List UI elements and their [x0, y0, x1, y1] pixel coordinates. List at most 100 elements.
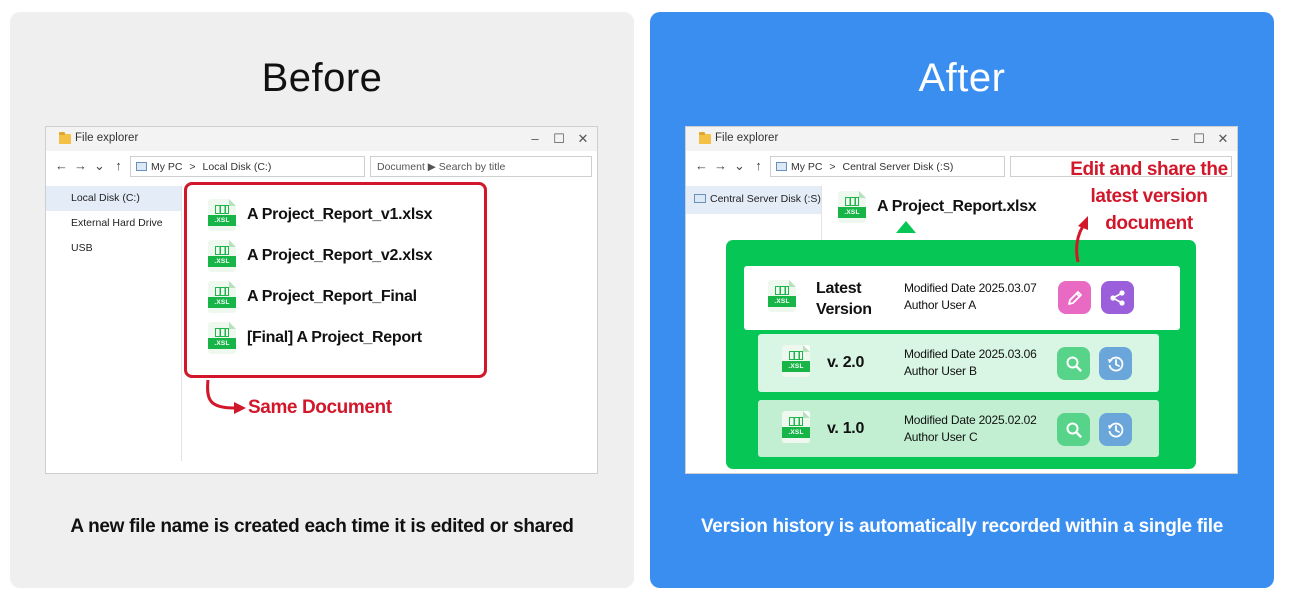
icon-tag: .XSL — [208, 215, 236, 226]
same-document-annotation: Same Document — [248, 397, 392, 418]
version-label: Latest Version — [816, 278, 872, 320]
close-icon[interactable]: ✕ — [575, 130, 591, 148]
history-icon — [1107, 356, 1123, 371]
server-disk-icon — [694, 194, 706, 203]
modified-date: Modified Date 2025.02.02 — [904, 413, 1037, 427]
version-row-latest[interactable]: .XSL Latest Version Modified Date 2025.0… — [744, 266, 1180, 330]
edit-button[interactable] — [1058, 281, 1091, 314]
sidebar-item-label: Central Server Disk (:S) — [710, 193, 821, 205]
path-separator: > — [189, 161, 196, 173]
sidebar: Central Server Disk (:S) — [686, 186, 822, 242]
sidebar: Local Disk (C:) External Hard Drive USB — [46, 186, 182, 461]
back-arrow-icon[interactable]: ← — [695, 158, 708, 174]
window-title: File explorer — [75, 132, 139, 144]
sidebar-item-central-server[interactable]: Central Server Disk (:S) — [686, 186, 821, 214]
after-panel: After File explorer – ☐ ✕ ← → ⌄ ↑ My PC … — [650, 12, 1274, 588]
window-titlebar: File explorer – ☐ ✕ — [46, 127, 597, 151]
maximize-icon[interactable]: ☐ — [1191, 130, 1207, 148]
chevron-down-icon[interactable]: ⌄ — [733, 158, 746, 174]
curved-arrow-icon — [1075, 216, 1088, 263]
icon-tag: .XSL — [782, 427, 810, 438]
search-field[interactable]: Document ▶ Search by title — [370, 156, 592, 177]
excel-file-icon: .XSL — [208, 281, 236, 313]
file-name: A Project_Report.xlsx — [877, 198, 1037, 215]
author: Author User C — [904, 430, 978, 444]
folder-icon — [59, 132, 71, 144]
file-name: A Project_Report_v1.xlsx — [247, 206, 433, 223]
view-version-button[interactable] — [1057, 347, 1090, 380]
after-caption: Version history is automatically recorde… — [700, 516, 1223, 537]
computer-icon — [136, 162, 147, 171]
up-arrow-icon[interactable]: ↑ — [752, 158, 765, 174]
path-field[interactable]: My PC > Central Server Disk (:S) — [770, 156, 1005, 177]
file-explorer-window: File explorer – ☐ ✕ ← → ⌄ ↑ My PC > Loca… — [45, 126, 598, 474]
file-item[interactable]: .XSL A Project_Report_v2.xlsx — [208, 239, 432, 273]
file-name: [Final] A Project_Report — [247, 329, 422, 346]
modified-date: Modified Date 2025.03.07 — [904, 281, 1037, 295]
icon-tag: .XSL — [208, 338, 236, 349]
excel-file-icon: .XSL — [782, 411, 810, 443]
close-icon[interactable]: ✕ — [1215, 130, 1231, 148]
chevron-down-icon[interactable]: ⌄ — [93, 158, 106, 174]
excel-file-icon: .XSL — [208, 240, 236, 272]
version-meta: Modified Date 2025.03.06 Author User B — [904, 346, 1037, 380]
file-item[interactable]: .XSL [Final] A Project_Report — [208, 321, 422, 355]
modified-date: Modified Date 2025.03.06 — [904, 347, 1037, 361]
forward-arrow-icon[interactable]: → — [714, 158, 727, 174]
share-button[interactable] — [1101, 281, 1134, 314]
sidebar-item-local-disk[interactable]: Local Disk (C:) — [46, 186, 181, 211]
path-root: My PC — [791, 161, 823, 173]
minimize-icon[interactable]: – — [1167, 130, 1183, 148]
file-name: A Project_Report_v2.xlsx — [247, 247, 433, 264]
author: Author User A — [904, 298, 977, 312]
excel-file-icon: .XSL — [208, 322, 236, 354]
path-location: Central Server Disk (:S) — [842, 161, 954, 173]
version-meta: Modified Date 2025.02.02 Author User C — [904, 412, 1037, 446]
forward-arrow-icon[interactable]: → — [74, 158, 87, 174]
excel-file-icon: .XSL — [782, 345, 810, 377]
path-field[interactable]: My PC > Local Disk (C:) — [130, 156, 365, 177]
sidebar-item-external-drive[interactable]: External Hard Drive — [46, 211, 181, 236]
share-icon — [1109, 289, 1125, 306]
minimize-icon[interactable]: – — [527, 130, 543, 148]
sidebar-item-usb[interactable]: USB — [46, 236, 181, 261]
excel-file-icon: .XSL — [838, 191, 866, 223]
version-row-v2[interactable]: .XSL v. 2.0 Modified Date 2025.03.06 Aut… — [758, 334, 1159, 392]
path-location: Local Disk (C:) — [202, 161, 272, 173]
maximize-icon[interactable]: ☐ — [551, 130, 567, 148]
nav-buttons: ← → ⌄ ↑ — [55, 158, 125, 174]
view-version-button[interactable] — [1057, 413, 1090, 446]
file-item[interactable]: .XSL A Project_Report_v1.xlsx — [208, 198, 432, 232]
before-title: Before — [261, 56, 383, 100]
file-item[interactable]: .XSL A Project_Report_Final — [208, 280, 417, 314]
file-name: A Project_Report_Final — [247, 288, 417, 305]
version-label: v. 2.0 — [827, 354, 865, 371]
version-label-line: Version — [816, 301, 872, 318]
folder-icon — [699, 132, 711, 144]
before-panel: Before File explorer – ☐ ✕ ← → ⌄ ↑ My PC… — [10, 12, 634, 588]
excel-file-icon: .XSL — [208, 199, 236, 231]
restore-version-button[interactable] — [1099, 413, 1132, 446]
back-arrow-icon[interactable]: ← — [55, 158, 68, 174]
computer-icon — [776, 162, 787, 171]
callout-line: latest version — [1090, 186, 1208, 207]
version-label: v. 1.0 — [827, 420, 865, 437]
history-icon — [1107, 422, 1123, 437]
restore-version-button[interactable] — [1099, 347, 1132, 380]
window-controls: – ☐ ✕ — [527, 130, 591, 148]
panel-pointer — [896, 221, 916, 233]
file-item[interactable]: .XSL A Project_Report.xlsx — [838, 191, 1037, 223]
before-caption: A new file name is created each time it … — [70, 516, 574, 537]
magnifier-icon — [1066, 356, 1082, 372]
icon-tag: .XSL — [838, 207, 866, 218]
icon-tag: .XSL — [208, 256, 236, 267]
window-titlebar: File explorer – ☐ ✕ — [686, 127, 1237, 151]
icon-tag: .XSL — [768, 296, 796, 307]
after-title: After — [918, 56, 1006, 100]
author: Author User B — [904, 364, 977, 378]
version-row-v1[interactable]: .XSL v. 1.0 Modified Date 2025.02.02 Aut… — [758, 400, 1159, 457]
magnifier-icon — [1066, 422, 1082, 438]
window-title: File explorer — [715, 132, 779, 144]
up-arrow-icon[interactable]: ↑ — [112, 158, 125, 174]
callout-line: Edit and share the — [1070, 159, 1228, 180]
